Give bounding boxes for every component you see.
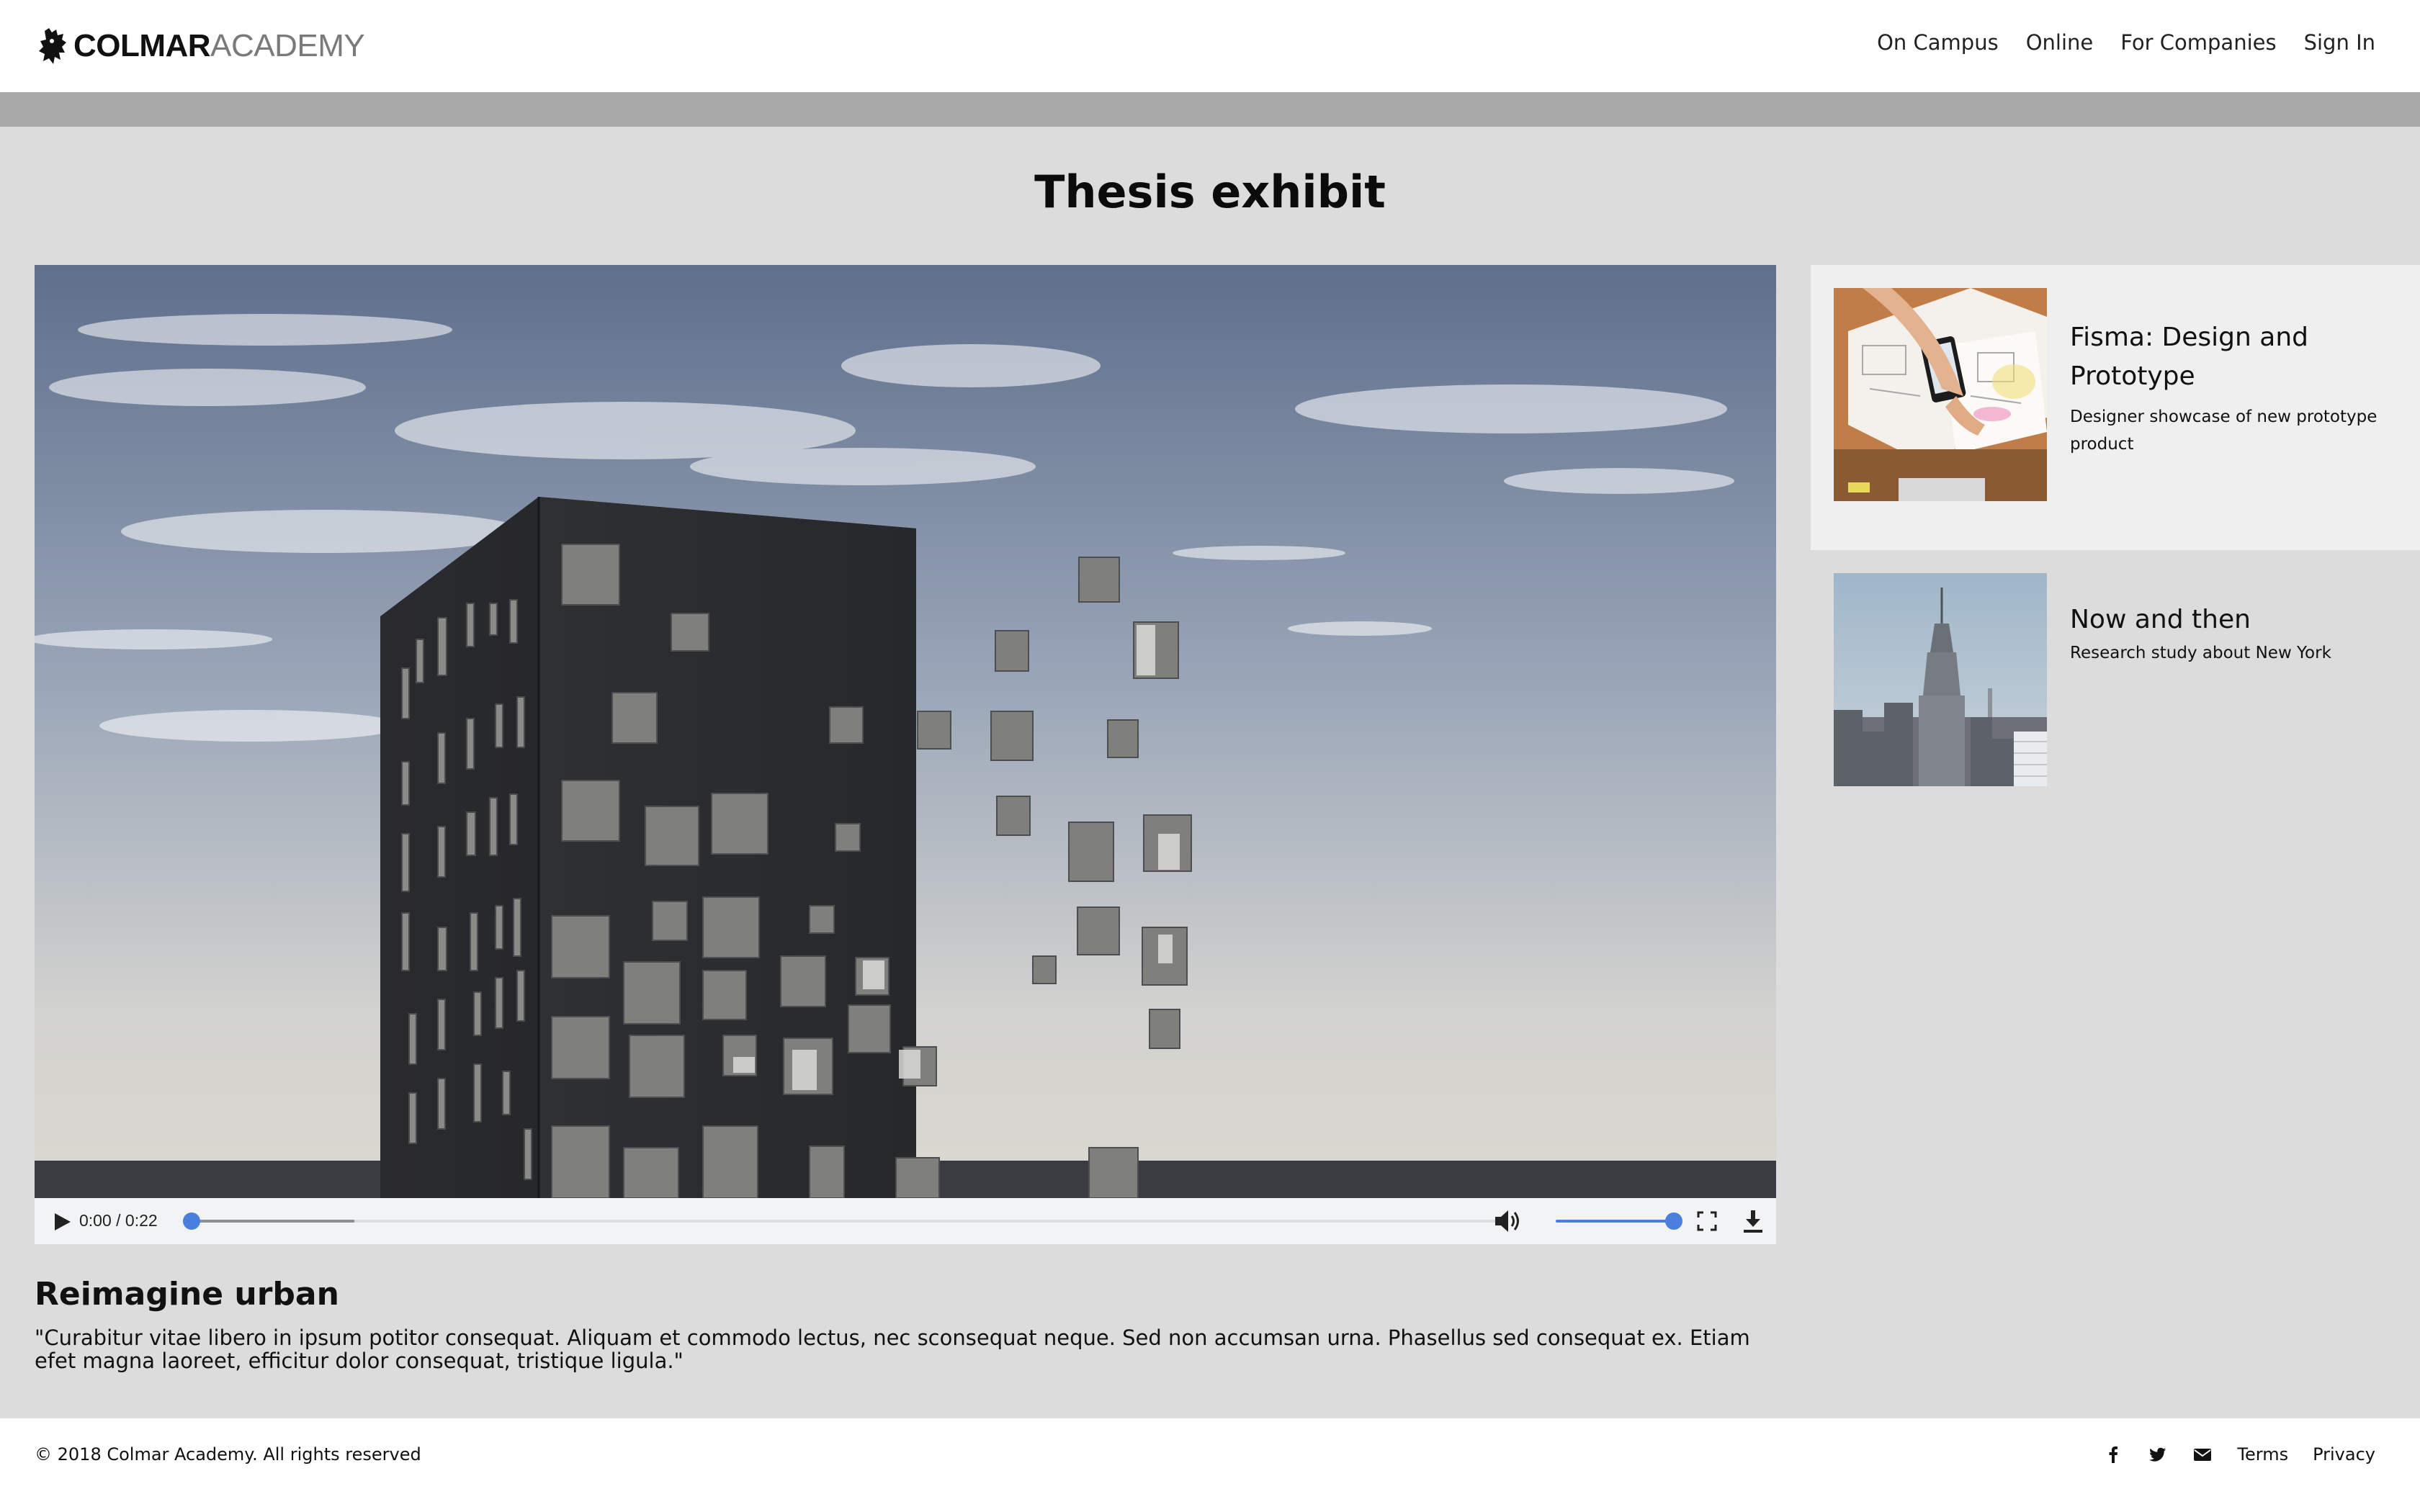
video-seek-bar[interactable] bbox=[183, 1207, 1501, 1236]
logo-text-bold: COLMAR bbox=[73, 28, 211, 63]
main-nav: On Campus Online For Companies Sign In bbox=[1877, 30, 2375, 55]
footer-links: Terms Privacy bbox=[2103, 1444, 2375, 1464]
card-subtitle: Designer showcase of new prototype produ… bbox=[2070, 408, 2378, 454]
nav-online[interactable]: Online bbox=[2026, 30, 2094, 55]
nav-for-companies[interactable]: For Companies bbox=[2120, 30, 2276, 55]
nav-sign-in[interactable]: Sign In bbox=[2304, 30, 2375, 55]
site-logo[interactable]: COLMAR ACADEMY bbox=[37, 24, 365, 68]
card-subtitle: Research study about New York bbox=[2070, 644, 2331, 662]
video-time-display: 0:00 / 0:22 bbox=[79, 1211, 158, 1230]
seek-track bbox=[183, 1220, 1501, 1223]
nav-on-campus[interactable]: On Campus bbox=[1877, 30, 1999, 55]
card-title[interactable]: Now and then bbox=[2070, 600, 2387, 639]
lion-crest-icon bbox=[39, 28, 66, 64]
card-thumbnail-image bbox=[1834, 573, 2047, 786]
email-icon[interactable] bbox=[2192, 1444, 2213, 1464]
card-title[interactable]: Fisma: Design and Prototype bbox=[2070, 318, 2387, 396]
seek-buffered-range bbox=[183, 1220, 354, 1223]
twitter-icon[interactable] bbox=[2148, 1444, 2168, 1464]
seek-thumb[interactable] bbox=[183, 1212, 200, 1230]
site-header: COLMAR ACADEMY On Campus Online For Compa… bbox=[0, 0, 2420, 92]
fullscreen-icon[interactable] bbox=[1695, 1210, 1718, 1233]
card-thumbnail-image bbox=[1834, 288, 2047, 501]
logo-text-light: ACADEMY bbox=[210, 28, 365, 63]
volume-thumb[interactable] bbox=[1665, 1212, 1682, 1230]
volume-slider[interactable] bbox=[1556, 1207, 1682, 1236]
volume-track bbox=[1556, 1220, 1682, 1223]
facebook-icon[interactable] bbox=[2103, 1444, 2123, 1464]
sidebar-card-fisma[interactable]: Fisma: Design and Prototype Designer sho… bbox=[1811, 265, 2420, 550]
page-title: Thesis exhibit bbox=[1034, 166, 1386, 218]
header-divider-strip bbox=[0, 92, 2420, 127]
site-footer: © 2018 Colmar Academy. All rights reserv… bbox=[0, 1418, 2420, 1512]
video-controls: 0:00 / 0:22 bbox=[35, 1198, 1776, 1244]
video-description: "Curabitur vitae libero in ipsum potitor… bbox=[35, 1326, 1750, 1373]
volume-icon[interactable] bbox=[1492, 1208, 1524, 1234]
video-title: Reimagine urban bbox=[35, 1276, 339, 1313]
sidebar-card-now-and-then[interactable]: Now and then Research study about New Yo… bbox=[1811, 550, 2420, 788]
copyright-text: © 2018 Colmar Academy. All rights reserv… bbox=[35, 1444, 421, 1464]
download-icon[interactable] bbox=[1740, 1208, 1766, 1234]
video-player[interactable]: 0:00 / 0:22 bbox=[35, 265, 1776, 1244]
video-frame[interactable] bbox=[35, 265, 1776, 1198]
play-icon[interactable] bbox=[49, 1210, 73, 1234]
footer-link-privacy[interactable]: Privacy bbox=[2313, 1444, 2375, 1464]
footer-link-terms[interactable]: Terms bbox=[2237, 1444, 2288, 1464]
